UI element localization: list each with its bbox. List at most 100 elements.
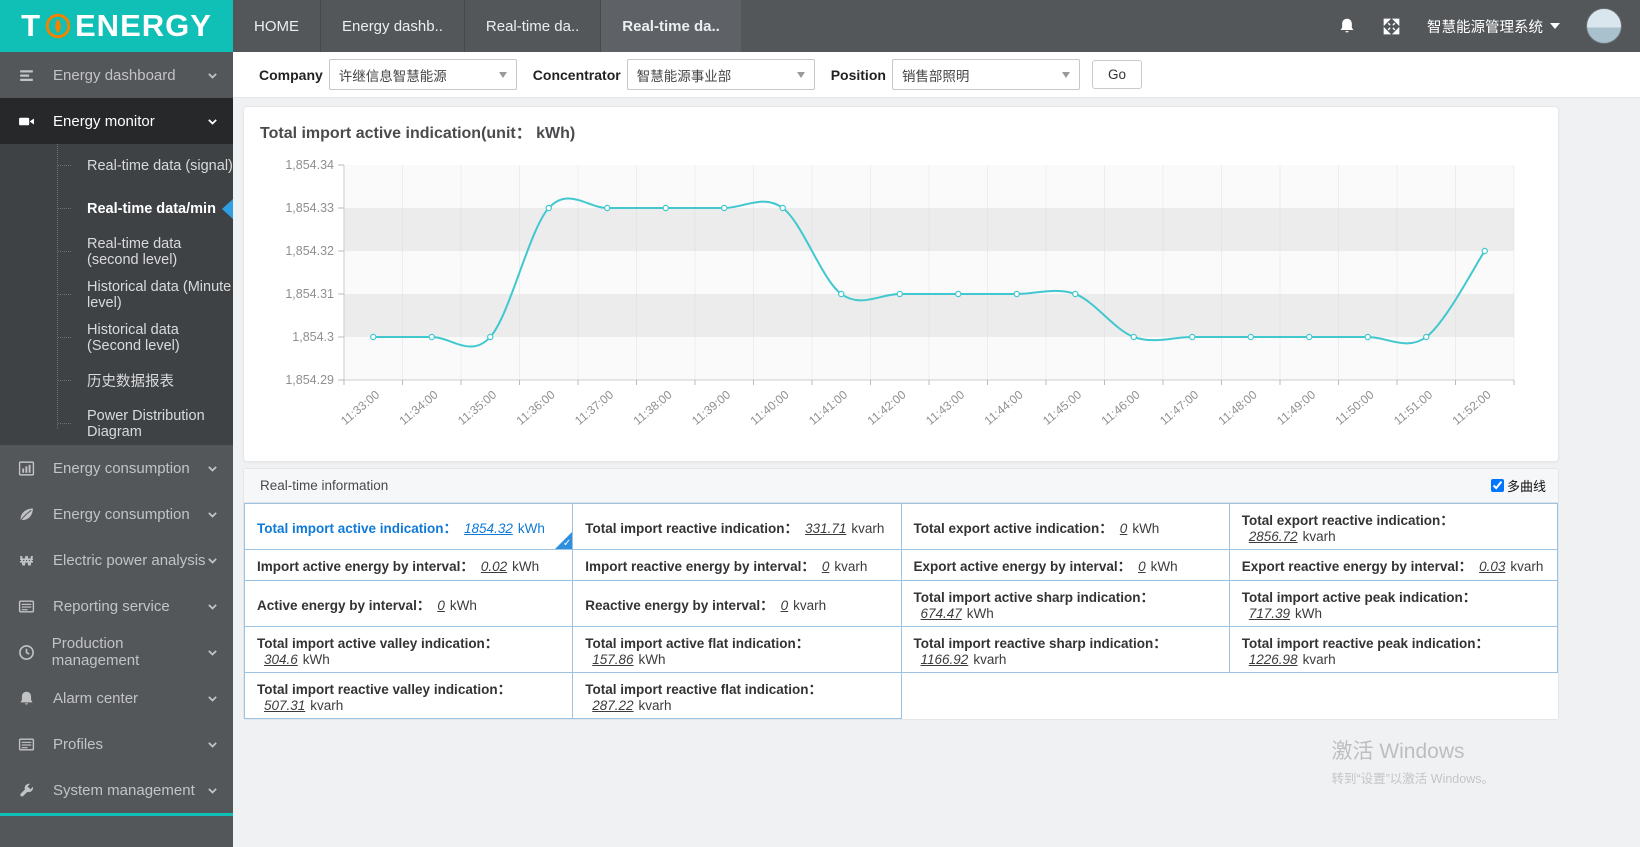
sidebar-item-energy-consumption-2[interactable]: Energy consumption [0, 491, 233, 537]
info-cell[interactable]: Reactive energy by interval： 0 kvarh [572, 580, 902, 627]
info-cell[interactable]: Total import reactive flat indication：28… [572, 672, 902, 719]
svg-text:₩: ₩ [20, 552, 34, 568]
chevron-down-icon [206, 554, 219, 567]
x-tick-label: 11:51:00 [1391, 387, 1435, 427]
info-cell[interactable]: Total import reactive valley indication：… [243, 672, 574, 719]
x-tick-label: 11:36:00 [514, 387, 558, 427]
multi-curve-checkbox[interactable] [1490, 479, 1504, 492]
cell-value: 0 [437, 597, 445, 613]
tab-home[interactable]: HOME [233, 0, 320, 52]
data-point-marker [662, 204, 669, 212]
cell-value: 2856.72 [1248, 529, 1298, 544]
sidebar-item-electric-power-analysis[interactable]: ₩ Electric power analysis [0, 537, 233, 583]
sidebar-item-profiles[interactable]: Profiles [0, 721, 233, 767]
tab-energy-dashboard[interactable]: Energy dashb.. [320, 0, 464, 52]
check-icon: ✓ [562, 538, 572, 549]
dropdown-arrow-icon [498, 71, 507, 78]
info-cell[interactable]: Export active energy by interval： 0 kWh [900, 549, 1230, 581]
sidebar-item-label: Electric power analysis [53, 551, 206, 569]
sidebar: Energy dashboard Energy monitor Real-time … [0, 52, 233, 847]
x-tick-label: 11:38:00 [631, 387, 675, 427]
table-row: Total import active valley indication：30… [243, 626, 1559, 673]
panel-header: Real-time information 多曲线 [244, 469, 1558, 503]
sidebar-item-history-report[interactable]: 历史数据报表 [0, 359, 233, 402]
data-point-marker [1247, 333, 1254, 341]
cell-value: 674.47 [920, 606, 962, 621]
sidebar-item-label: Alarm center [53, 689, 139, 707]
line-chart: 1,854.34 1,854.33 1,854.32 1,854.31 1,854.3 1… [285, 158, 1515, 428]
wrench-icon [18, 782, 40, 799]
sidebar-item-power-distribution[interactable]: Power Distribution Diagram [0, 402, 233, 445]
cell-label: Active energy by interval： [257, 597, 431, 613]
cell-label: Total import reactive flat indication： [585, 682, 823, 697]
sidebar-item-reporting-service[interactable]: Reporting service [0, 583, 233, 629]
info-cell[interactable]: Total import active sharp indication：674… [900, 580, 1230, 627]
watermark-line2: 转到“设置”以激活 Windows。 [1331, 772, 1494, 786]
fullscreen-icon[interactable] [1382, 17, 1401, 36]
chevron-down-icon [206, 69, 219, 82]
go-button[interactable]: Go [1091, 60, 1142, 89]
sidebar-item-realtime-signal[interactable]: Real-time data (signal) [0, 144, 233, 187]
info-cell[interactable]: Total export reactive indication：2856.72… [1228, 503, 1559, 550]
info-cell[interactable]: Total import reactive peak indication：12… [1228, 626, 1559, 673]
notification-bell-icon[interactable] [1338, 17, 1356, 35]
info-cell[interactable]: Total import active peak indication：717.… [1228, 580, 1559, 627]
info-cell[interactable]: Total import reactive sharp indication：1… [900, 626, 1230, 673]
sidebar-item-label: Energy monitor [53, 112, 155, 130]
sidebar-item-realtime-min[interactable]: Real-time data/min [0, 187, 233, 230]
tab-realtime-1[interactable]: Real-time da.. [463, 0, 600, 52]
tab-realtime-2[interactable]: Real-time da.. [600, 0, 741, 52]
concentrator-label: Concentrator [532, 66, 621, 83]
x-tick-label: 11:44:00 [982, 387, 1026, 427]
x-tick-label: 11:52:00 [1450, 387, 1494, 427]
chevron-down-icon [206, 784, 219, 797]
sidebar-menu: Energy dashboard Energy monitor Real-time … [0, 52, 233, 813]
sidebar-item-label: Energy consumption [53, 459, 190, 477]
position-select[interactable]: 销售部照明 [891, 59, 1080, 90]
data-point-marker [955, 290, 962, 298]
list-icon [18, 736, 40, 753]
info-cell[interactable]: Import reactive energy by interval： 0 kvar… [572, 549, 902, 581]
cell-unit: kWh [512, 559, 540, 574]
sidebar-item-energy-dashboard[interactable]: Energy dashboard [0, 52, 233, 98]
position-select-value: 销售部照明 [901, 68, 970, 84]
cell-unit: kWh [1295, 606, 1323, 621]
cell-value: 1166.92 [920, 652, 969, 667]
caret-down-icon [1550, 23, 1560, 29]
x-tick-label: 11:50:00 [1333, 387, 1377, 427]
company-select[interactable]: 许继信息智慧能源 [328, 59, 517, 90]
sidebar-item-realtime-second[interactable]: Real-time data (second level) [0, 230, 233, 273]
sidebar-item-historical-minute[interactable]: Historical data (Minute level) [0, 273, 233, 316]
info-cell[interactable]: Total import active indication： 1854.32 kW… [243, 503, 574, 550]
x-tick-label: 11:49:00 [1274, 387, 1318, 427]
y-tick-label: 1,854.34 [285, 158, 334, 172]
main-content: Company 许继信息智慧能源 Concentrator 智慧能源事业部 Po… [233, 52, 1640, 847]
sidebar-item-historical-second[interactable]: Historical data (Second level) [0, 316, 233, 359]
data-point-marker [1481, 247, 1488, 255]
concentrator-select[interactable]: 智慧能源事业部 [626, 59, 815, 90]
sidebar-item-production-management[interactable]: Production management [0, 629, 233, 675]
info-cell[interactable]: Active energy by interval： 0 kWh [243, 580, 574, 627]
info-cell[interactable]: Total export active indication： 0 kWh [900, 503, 1230, 550]
sidebar-item-energy-consumption-1[interactable]: Energy consumption [0, 445, 233, 491]
y-tick-label: 1,854.32 [285, 244, 334, 258]
info-cell[interactable]: Export reactive energy by interval： 0.03 k… [1228, 549, 1559, 581]
cell-value: 0 [1119, 520, 1128, 536]
info-cell[interactable]: Total import reactive indication： 331.71 k… [572, 503, 902, 550]
cell-unit: kWh [1150, 559, 1178, 574]
info-cell[interactable]: Total import active flat indication：157.… [572, 626, 902, 673]
dashboard-icon [18, 67, 40, 84]
system-name-menu[interactable]: 智慧能源管理系统 [1427, 16, 1560, 37]
sidebar-item-label: Reporting service [53, 597, 170, 615]
multi-curve-label[interactable]: 多曲线 [1507, 476, 1546, 495]
cell-unit: kvarh [1510, 559, 1544, 574]
info-cell[interactable]: Total import active valley indication：30… [243, 626, 574, 673]
user-avatar[interactable] [1586, 8, 1622, 44]
sidebar-item-system-management[interactable]: System management [0, 767, 233, 813]
info-cell[interactable]: Import active energy by interval： 0.02 kWh [243, 549, 574, 581]
sidebar-item-label: Profiles [53, 735, 104, 753]
sidebar-item-energy-monitor[interactable]: Energy monitor [0, 98, 233, 144]
app-root: T ENERGY HOME Energy dashb.. Real-time da.… [0, 0, 1640, 847]
sidebar-item-alarm-center[interactable]: Alarm center [0, 675, 233, 721]
sidebar-subitem-label: Real-time data (signal) [87, 157, 233, 174]
